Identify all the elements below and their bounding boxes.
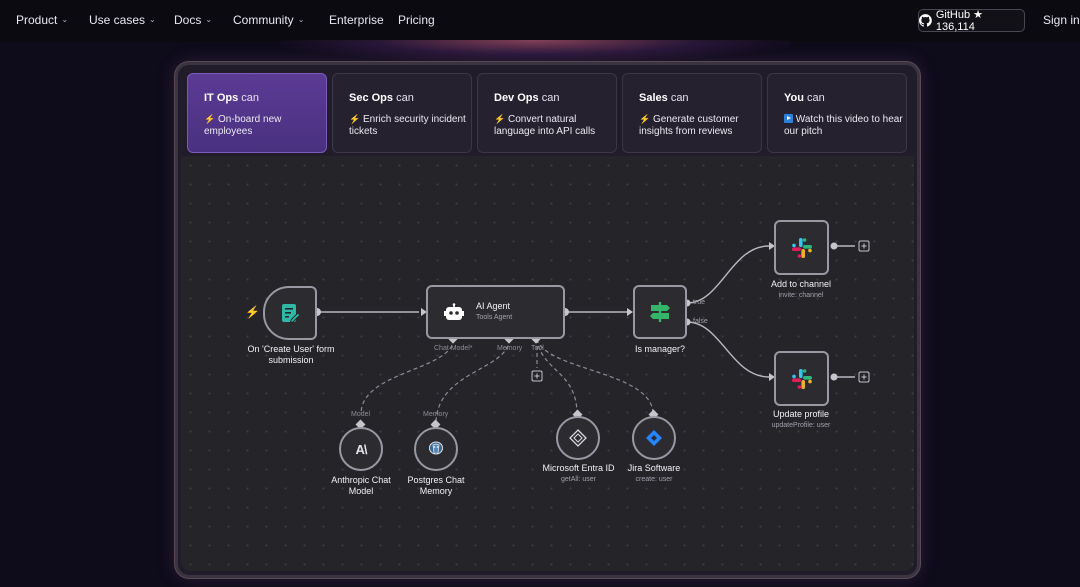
ai-agent-node[interactable]: AI Agent Tools Agent bbox=[426, 285, 565, 339]
tab-it-ops[interactable]: IT Ops can ⚡ On-board new employees bbox=[187, 73, 327, 153]
jira-icon bbox=[646, 430, 662, 446]
slack-bottom-label: Update profile bbox=[772, 409, 830, 419]
condition-label: Is manager? bbox=[634, 344, 686, 354]
postgres-memory-node[interactable] bbox=[414, 427, 458, 471]
slack-icon bbox=[791, 368, 812, 389]
bolt-icon: ⚡ bbox=[639, 114, 651, 124]
entra-tool-node[interactable] bbox=[556, 416, 600, 460]
tab-sec-ops[interactable]: Sec Ops can ⚡ Enrich security incident t… bbox=[332, 73, 472, 153]
nav-pricing-label: Pricing bbox=[398, 13, 435, 27]
tab-description: ⚡ On-board new employees bbox=[204, 113, 328, 138]
nav-product-label: Product bbox=[16, 13, 58, 27]
nav-docs-label: Docs bbox=[174, 13, 202, 27]
slack-bottom-sub: updateProfile: user bbox=[771, 422, 831, 429]
false-label: false bbox=[693, 318, 708, 325]
memory-port-label: Memory bbox=[423, 411, 449, 418]
tab-title: IT Ops can bbox=[204, 92, 326, 104]
slack-top-sub: invite: channel bbox=[778, 292, 824, 299]
chevron-down-icon: ⌄ bbox=[297, 14, 305, 24]
github-icon bbox=[919, 14, 932, 27]
anthropic-model-node[interactable]: A\ bbox=[339, 427, 383, 471]
model-port-label: Model bbox=[351, 411, 371, 418]
tab-can: can bbox=[541, 92, 560, 104]
jira-tool-node[interactable] bbox=[632, 416, 676, 460]
tab-description: ⚡ Generate customer insights from review… bbox=[639, 113, 763, 138]
tab-title: Dev Ops can bbox=[494, 92, 616, 104]
true-label: true bbox=[693, 299, 706, 306]
tab-title: Sec Ops can bbox=[349, 92, 471, 104]
agent-title: AI Agent bbox=[476, 301, 511, 311]
nav-use-cases-label: Use cases bbox=[89, 13, 146, 27]
port-label-chat-model: Chat Model* bbox=[434, 345, 473, 352]
signpost-icon bbox=[650, 302, 670, 322]
agent-subtitle: Tools Agent bbox=[476, 314, 513, 321]
port-label-memory: Memory bbox=[497, 345, 523, 352]
tab-role: Sec Ops bbox=[349, 92, 394, 104]
chevron-down-icon: ⌄ bbox=[149, 14, 156, 24]
tab-title: Sales can bbox=[639, 92, 761, 104]
postgres-icon bbox=[429, 441, 443, 455]
tab-description: Watch this video to hear our pitch bbox=[784, 113, 908, 138]
tab-desc-text: Generate customer insights from reviews bbox=[639, 114, 739, 137]
nav-community-label: Community bbox=[233, 13, 294, 27]
github-label: GitHub ★ 136,114 bbox=[935, 9, 984, 33]
nav-docs[interactable]: Docs ⌄ bbox=[174, 13, 212, 27]
port-label-tool: Tool bbox=[531, 345, 544, 352]
condition-node[interactable] bbox=[633, 285, 687, 339]
jira-sub: create: user bbox=[635, 476, 673, 483]
tab-role: Sales bbox=[639, 92, 668, 104]
tab-can: can bbox=[807, 92, 825, 104]
tab-desc-text: On-board new employees bbox=[204, 114, 282, 137]
tab-desc-text: Watch this video to hear our pitch bbox=[784, 114, 903, 137]
nav-community[interactable]: Community ⌄ bbox=[233, 13, 304, 27]
use-case-tabs: IT Ops can ⚡ On-board new employees Sec … bbox=[187, 73, 907, 154]
sign-in-link[interactable]: Sign in bbox=[1043, 13, 1080, 27]
form-icon bbox=[282, 304, 301, 324]
nav-enterprise-label: Enterprise bbox=[329, 13, 384, 27]
slack-node-top[interactable] bbox=[774, 220, 829, 275]
entra-label: Microsoft Entra ID bbox=[542, 463, 615, 473]
nav-pricing[interactable]: Pricing bbox=[398, 13, 435, 27]
tab-role: You bbox=[784, 92, 804, 104]
robot-icon bbox=[444, 303, 464, 320]
tab-you[interactable]: You can Watch this video to hear our pit… bbox=[767, 73, 907, 153]
slack-icon bbox=[791, 237, 812, 258]
github-button[interactable]: GitHub ★ 136,114 bbox=[918, 9, 1025, 33]
bolt-icon: ⚡ bbox=[349, 114, 361, 124]
trigger-bolt-icon: ⚡ bbox=[245, 305, 260, 319]
slack-node-bottom[interactable] bbox=[774, 351, 829, 406]
tab-can: can bbox=[396, 92, 414, 104]
tab-role: IT Ops bbox=[204, 92, 239, 104]
tab-role: Dev Ops bbox=[494, 92, 539, 104]
tab-description: ⚡ Convert natural language into API call… bbox=[494, 113, 618, 138]
slack-top-label: Add to channel bbox=[770, 279, 832, 289]
bolt-icon: ⚡ bbox=[494, 114, 506, 124]
entra-sub: getAll: user bbox=[560, 476, 597, 483]
workflow-canvas[interactable]: ⚡ On 'Create User' form submission AI Ag… bbox=[181, 156, 914, 571]
tab-dev-ops[interactable]: Dev Ops can ⚡ Convert natural language i… bbox=[477, 73, 617, 153]
memory-label: Postgres Chat Memory bbox=[407, 475, 465, 496]
tab-desc-text: Convert natural language into API calls bbox=[494, 114, 596, 137]
play-icon bbox=[784, 114, 793, 123]
chevron-down-icon: ⌄ bbox=[205, 14, 213, 24]
tab-title: You can bbox=[784, 92, 906, 104]
tab-sales[interactable]: Sales can ⚡ Generate customer insights f… bbox=[622, 73, 762, 153]
tab-description: ⚡ Enrich security incident tickets bbox=[349, 113, 473, 138]
jira-label: Jira Software bbox=[627, 463, 681, 473]
nav-use-cases[interactable]: Use cases ⌄ bbox=[89, 13, 156, 27]
entra-icon bbox=[569, 429, 587, 447]
model-label: Anthropic Chat Model bbox=[331, 475, 391, 496]
header-glow bbox=[280, 40, 790, 62]
bolt-icon: ⚡ bbox=[204, 114, 216, 124]
trigger-label: On 'Create User' form submission bbox=[247, 344, 335, 365]
trigger-node[interactable] bbox=[263, 286, 317, 340]
chevron-down-icon: ⌄ bbox=[61, 14, 69, 24]
tab-can: can bbox=[670, 92, 689, 104]
nav-product[interactable]: Product ⌄ bbox=[16, 13, 68, 27]
tab-desc-text: Enrich security incident tickets bbox=[349, 114, 466, 137]
tab-can: can bbox=[241, 92, 260, 104]
nav-enterprise[interactable]: Enterprise bbox=[329, 13, 384, 27]
top-navigation: Product ⌄ Use cases ⌄ Docs ⌄ Community ⌄… bbox=[0, 0, 1080, 42]
anthropic-icon: A\ bbox=[355, 441, 368, 457]
